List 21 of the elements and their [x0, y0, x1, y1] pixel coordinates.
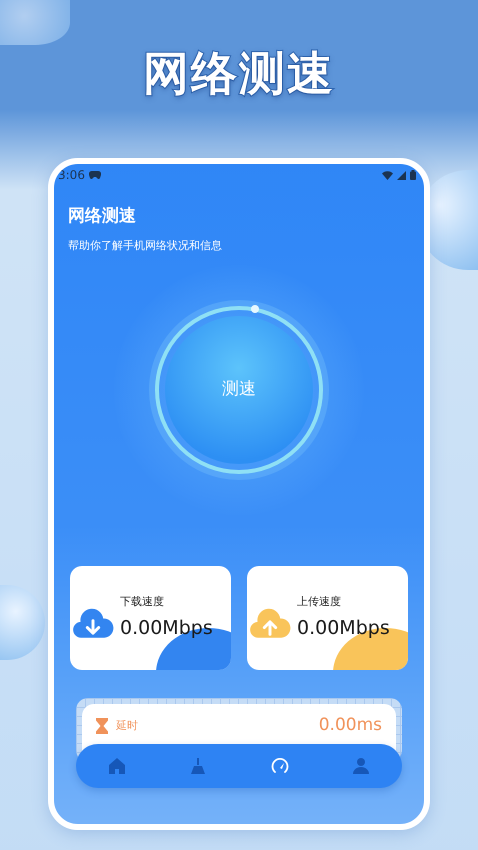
speedometer-icon	[270, 757, 289, 775]
wifi-icon	[382, 170, 393, 180]
page-title: 网络测速	[68, 205, 137, 228]
speed-value: 0.00Mbps	[297, 616, 390, 641]
broom-icon	[189, 757, 208, 775]
speed-label: 下载速度	[120, 594, 165, 610]
headline: 网络测速	[143, 50, 335, 102]
battery-icon	[410, 170, 416, 180]
gamepad-icon	[88, 171, 101, 179]
signal-icon	[397, 170, 406, 180]
status-time: 3:06	[58, 167, 85, 184]
home-icon	[108, 757, 126, 775]
speed-value: 0.00Mbps	[120, 616, 213, 641]
page-subtitle: 帮助你了解手机网络状况和信息	[68, 238, 223, 254]
hourglass-icon	[96, 718, 108, 734]
speed-label: 上传速度	[297, 594, 342, 610]
latency-value: 0.00ms	[318, 714, 382, 738]
user-icon	[352, 757, 370, 775]
ring-dot	[251, 305, 259, 313]
latency-label: 延时	[116, 718, 138, 734]
speed-test-button[interactable]: 测速	[165, 316, 313, 464]
